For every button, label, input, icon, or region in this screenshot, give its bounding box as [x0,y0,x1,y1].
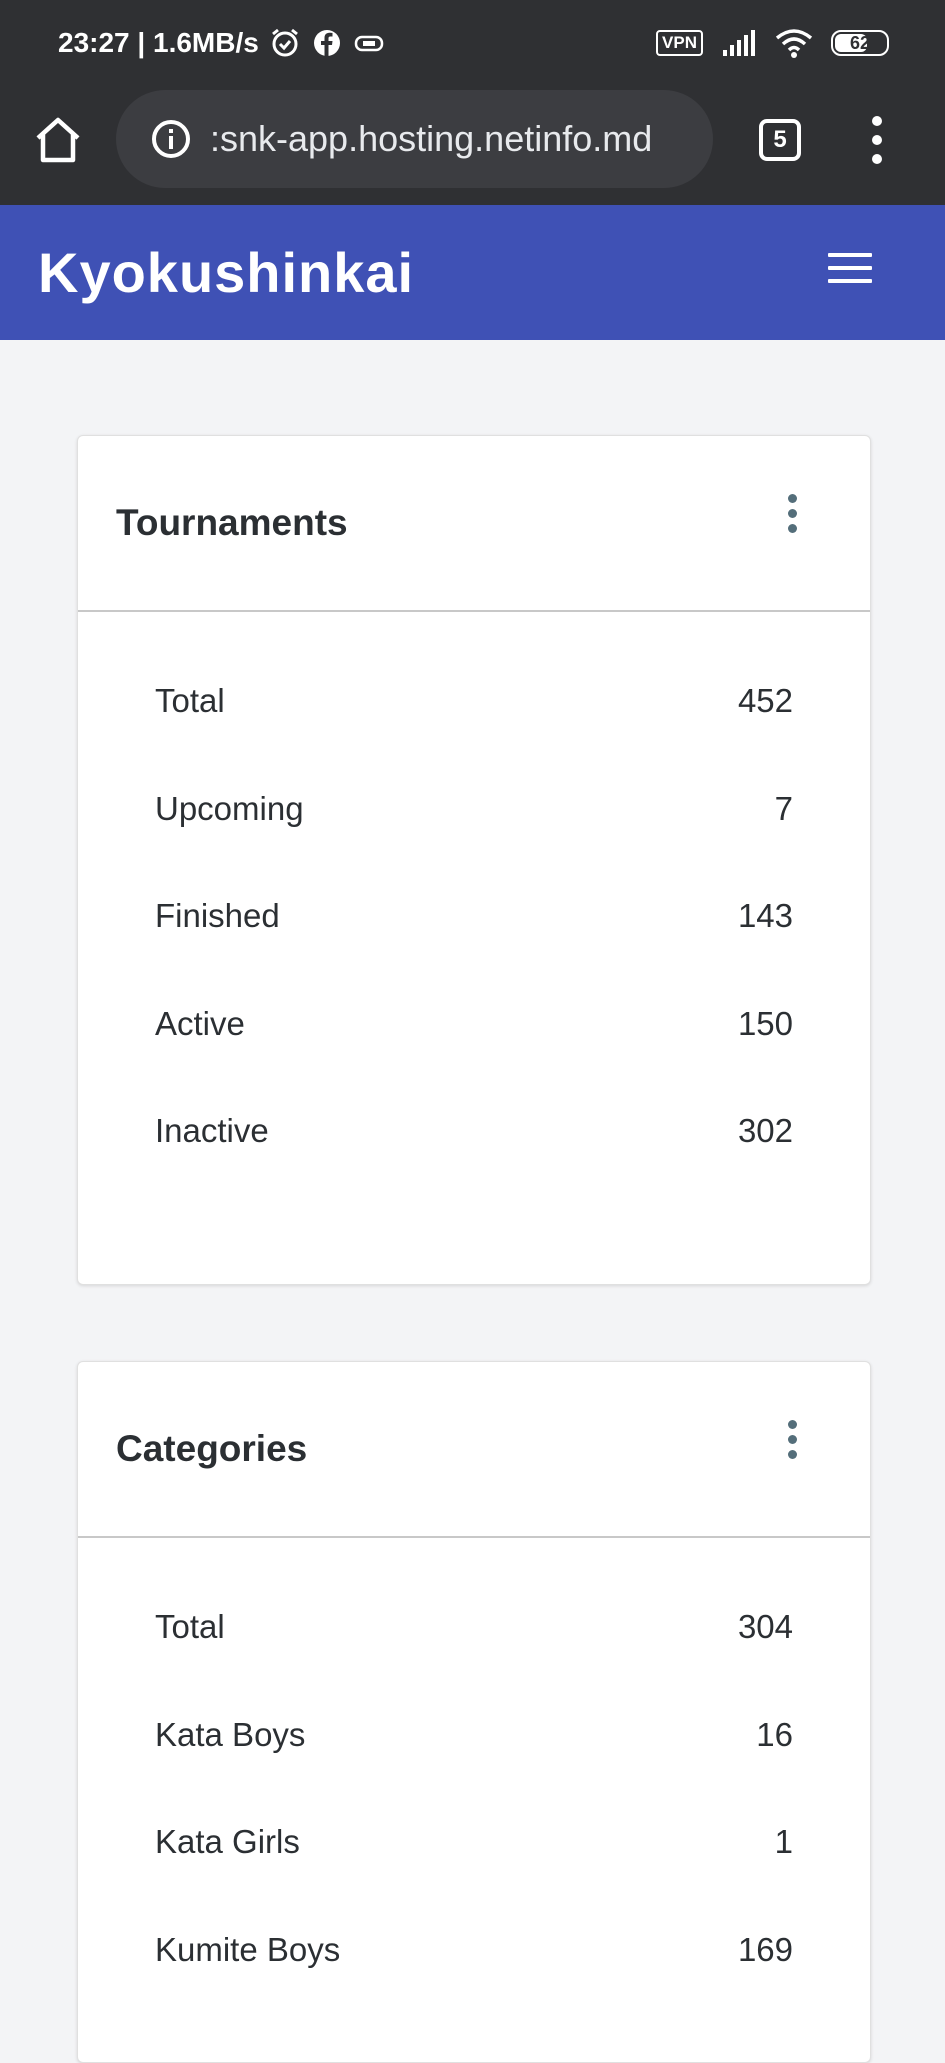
url-text[interactable]: :snk-app.hosting.netinfo.md [210,118,652,160]
facebook-icon [313,30,340,56]
categories-card: Categories Total 304 Kata Boys 16 Kata G… [77,1361,871,2063]
card-header: Tournaments [78,436,870,612]
signal-icon [723,30,755,56]
stat-value: 143 [737,897,793,934]
tab-count: 5 [773,126,787,153]
stat-label: Kumite Boys [155,1930,341,1968]
status-bar: 23:27 | 1.6MB/s VPN 62 [0,0,945,86]
stat-label: Inactive [155,1112,269,1149]
stat-row: Total 304 [78,1608,870,1716]
stat-row: Total 452 [78,682,870,790]
battery-level: 62 [849,32,871,53]
stat-value: 150 [737,1004,793,1042]
card-header: Categories [78,1362,870,1538]
more-options-icon[interactable] [784,494,800,538]
cast-icon [354,35,384,52]
address-bar[interactable]: :snk-app.hosting.netinfo.md [116,90,713,188]
card-title: Tournaments [116,502,348,543]
stat-row: Kata Boys 16 [78,1716,870,1824]
stat-row: Upcoming 7 [78,790,870,898]
stat-value: 1 [774,1823,793,1860]
stat-row: Active 150 [78,1005,870,1113]
stat-value: 169 [737,1930,793,1968]
stat-value: 304 [737,1608,793,1645]
stat-label: Kata Boys [155,1715,306,1753]
stat-row: Kumite Boys 169 [78,1931,870,2039]
alarm-icon [271,28,298,57]
home-icon[interactable] [30,112,86,168]
stats-list: Total 452 Upcoming 7 Finished 143 Active… [78,612,870,1220]
stat-value: 452 [737,682,793,719]
more-options-icon[interactable] [784,1420,800,1464]
stat-value: 16 [756,1715,793,1753]
browser-menu-icon[interactable] [862,114,892,166]
stat-label: Total [155,1608,225,1645]
stats-list: Total 304 Kata Boys 16 Kata Girls 1 Kumi… [78,1538,870,2038]
stat-value: 302 [737,1112,793,1149]
battery-icon: 62 [831,30,889,56]
stat-label: Upcoming [155,789,304,827]
wifi-icon [775,29,813,58]
browser-toolbar: :snk-app.hosting.netinfo.md 5 [0,86,945,205]
stat-row: Finished 143 [78,897,870,1005]
info-icon[interactable] [150,118,192,160]
vpn-badge: VPN [656,30,703,56]
card-title: Categories [116,1428,308,1469]
stat-label: Kata Girls [155,1823,300,1860]
tournaments-card: Tournaments Total 452 Upcoming 7 Finishe… [77,435,871,1285]
stat-row: Kata Girls 1 [78,1823,870,1931]
app-bar: Kyokushinkai [0,205,945,340]
app-title[interactable]: Kyokushinkai [38,205,414,340]
stat-label: Total [155,682,225,719]
tab-switcher-button[interactable]: 5 [759,119,801,161]
status-time-speed: 23:27 | 1.6MB/s [58,27,259,58]
stat-value: 7 [774,789,793,827]
stat-row: Inactive 302 [78,1112,870,1220]
stat-label: Finished [155,897,280,934]
hamburger-menu-icon[interactable] [828,253,872,289]
stat-label: Active [155,1004,245,1042]
